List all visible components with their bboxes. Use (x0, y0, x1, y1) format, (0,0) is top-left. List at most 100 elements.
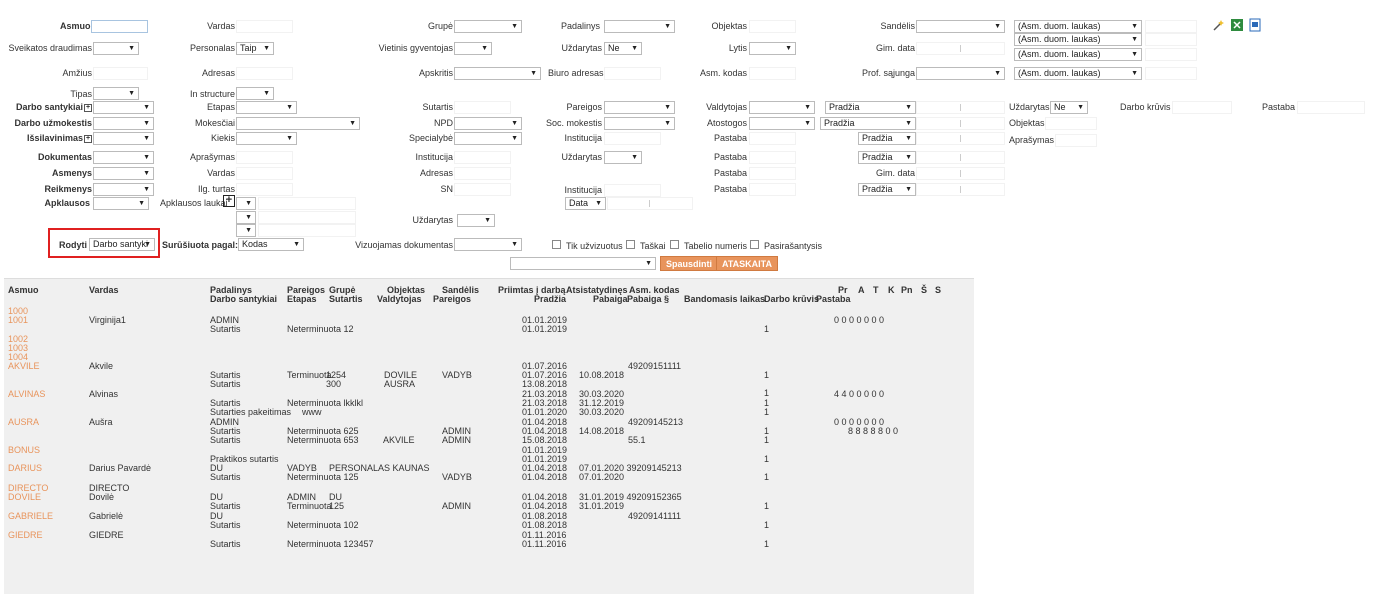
vizuojamas-select[interactable] (454, 238, 522, 251)
taskai-checkbox[interactable] (626, 240, 635, 249)
aprasymas-input[interactable] (1055, 134, 1097, 147)
sutartis-input[interactable] (454, 101, 511, 114)
apklausos-field-input-1[interactable] (258, 197, 356, 210)
adresas-input[interactable] (236, 67, 293, 80)
pareigos-select[interactable] (604, 101, 675, 114)
prof-sajunga-select[interactable] (916, 67, 1005, 80)
grupe-select[interactable] (454, 20, 522, 33)
tabelio-numeris-checkbox[interactable] (670, 240, 679, 249)
etapas-select[interactable] (236, 101, 297, 114)
darbo-santykiai-select[interactable] (93, 101, 154, 114)
asmuo-input[interactable] (91, 20, 148, 33)
asm-duom-input-1[interactable] (1145, 20, 1197, 33)
pradzia-select-4[interactable]: Pradžia (858, 151, 916, 164)
sandelis-select[interactable] (916, 20, 1005, 33)
ataskaita-button[interactable]: ATASKAITA (716, 256, 778, 271)
sveikatos-select[interactable] (93, 42, 139, 55)
pastaba4-input[interactable] (749, 167, 796, 180)
objektas-input[interactable] (749, 20, 796, 33)
pradzia-select-1[interactable]: Pradžia (825, 101, 916, 114)
person-code-link[interactable]: AUSRA (8, 417, 39, 427)
document-icon[interactable] (1248, 18, 1262, 32)
excel-icon[interactable] (1230, 18, 1244, 32)
personalas-select[interactable]: Taip (236, 42, 274, 55)
person-code-link[interactable]: GABRIELE (8, 511, 53, 521)
padalinys-select[interactable] (604, 20, 675, 33)
in-structure-select[interactable] (236, 87, 274, 100)
vietinis-select[interactable] (454, 42, 492, 55)
apklausos-field-select-3[interactable] (236, 224, 256, 237)
apklausos-field-input-2[interactable] (258, 211, 356, 224)
vardas-input[interactable] (236, 20, 293, 33)
pastaba2-input[interactable] (749, 132, 796, 145)
uzdarytas-select[interactable]: Ne (604, 42, 642, 55)
specialybe-select[interactable] (454, 132, 522, 145)
atostogos-select[interactable] (749, 117, 815, 130)
asm-kodas-input[interactable] (749, 67, 796, 80)
ilg-turtas-input[interactable] (236, 183, 293, 196)
data-select[interactable]: Data (565, 197, 606, 210)
person-code-link[interactable]: BONUS (8, 445, 40, 455)
person-code-link[interactable]: AKVILE (8, 361, 40, 371)
pastaba3-input[interactable] (749, 151, 796, 164)
asm-duom-select-1[interactable]: (Asm. duom. laukas) (1014, 20, 1142, 33)
pasirasantysis-checkbox[interactable] (750, 240, 759, 249)
apklausos-field-select-1[interactable] (236, 197, 256, 210)
data-input[interactable] (607, 197, 693, 210)
tik-uzvizuotus-checkbox[interactable] (552, 240, 561, 249)
pastaba5-input[interactable] (749, 183, 796, 196)
pareigos-label: Pareigos (566, 102, 602, 112)
adresas2-input[interactable] (454, 167, 511, 180)
pradzia-select-2[interactable]: Pradžia (820, 117, 916, 130)
apklausos-field-input-3[interactable] (258, 224, 356, 237)
asm-duom-select-3[interactable]: (Asm. duom. laukas) (1014, 48, 1142, 61)
spausdinti-button[interactable]: Spausdinti (660, 256, 719, 271)
print-format-select[interactable] (510, 257, 656, 270)
dokumentas-select[interactable] (93, 151, 154, 164)
rodyti-select[interactable]: Darbo santyki (89, 238, 155, 251)
institucija2-input[interactable] (454, 151, 511, 164)
valdytojas-select[interactable] (749, 101, 815, 114)
mokesciai-select[interactable] (236, 117, 360, 130)
aprasymas2-input[interactable] (236, 151, 293, 164)
lytis-select[interactable] (749, 42, 796, 55)
person-code-link[interactable]: GIEDRE (8, 530, 43, 540)
apklausos-field-select-2[interactable] (236, 211, 256, 224)
darbo-uzmokestis-select[interactable] (93, 117, 154, 130)
institucija3-input[interactable] (604, 184, 661, 197)
reikmenys-select[interactable] (93, 183, 154, 196)
asmenys-select[interactable] (93, 167, 154, 180)
issilavinimas-select[interactable] (93, 132, 154, 145)
apskritis-select[interactable] (454, 67, 541, 80)
darbo-kruvis-input[interactable] (1172, 101, 1232, 114)
magic-wand-icon[interactable] (1212, 18, 1226, 32)
surusiuota-select[interactable]: Kodas (238, 238, 304, 251)
tipas-select[interactable] (93, 87, 139, 100)
uzdarytas3-select[interactable] (604, 151, 642, 164)
apklausos-select[interactable] (93, 197, 149, 210)
person-code-link[interactable]: DARIUS (8, 463, 42, 473)
pradzia-select-5[interactable]: Pradžia (858, 183, 916, 196)
objektas2-input[interactable] (1045, 117, 1097, 130)
vardas2-input[interactable] (236, 167, 293, 180)
asm-duom-input-2[interactable] (1145, 33, 1197, 46)
institucija-input[interactable] (604, 132, 661, 145)
kiekis-select[interactable] (236, 132, 297, 145)
asm-duom-select-4[interactable]: (Asm. duom. laukas) (1014, 67, 1142, 80)
uzdarytas2-select[interactable]: Ne (1050, 101, 1088, 114)
person-code-link[interactable]: DOVILE (8, 492, 41, 502)
pastaba-input[interactable] (1297, 101, 1365, 114)
amzius-input[interactable] (93, 67, 148, 80)
person-code-link[interactable]: ALVINAS (8, 389, 45, 399)
uzdarytas4-select[interactable] (457, 214, 495, 227)
asm-duom-input-3[interactable] (1145, 48, 1197, 61)
sn-input[interactable] (454, 183, 511, 196)
asm-duom-input-4[interactable] (1145, 67, 1197, 80)
person-code-link[interactable]: 1001 (8, 315, 28, 325)
asm-duom-select-2[interactable]: (Asm. duom. laukas) (1014, 33, 1142, 46)
add-icon[interactable]: + (223, 195, 235, 207)
npd-select[interactable] (454, 117, 522, 130)
soc-mokestis-select[interactable] (604, 117, 675, 130)
biuro-adresas-input[interactable] (604, 67, 661, 80)
pradzia-select-3[interactable]: Pradžia (858, 132, 916, 145)
